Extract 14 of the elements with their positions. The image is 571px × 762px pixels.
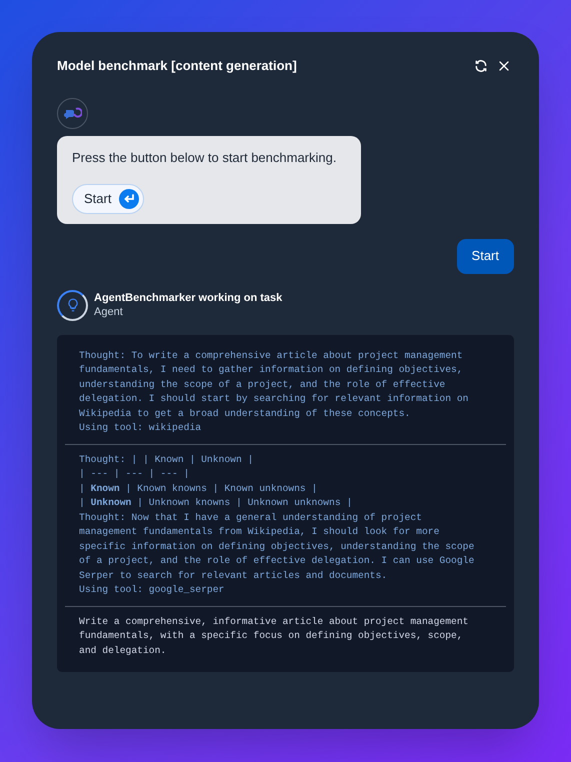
message-text: Press the button below to start benchmarking. (72, 149, 338, 167)
chat-bubble-icon (64, 106, 82, 120)
agent-name: AgentBenchmarker working on task (94, 291, 282, 305)
lightbulb-icon (66, 297, 80, 313)
close-icon[interactable] (498, 60, 510, 72)
thought-log: Thought: To write a comprehensive article about project management fundamentals, I need to gather information on defining objectives, understanding the scope of a project, and the role of effective delegation. I should start by searching for relevant information on Wikipedia to get a broad understanding of these concepts. Using tool: wikipedia (78, 348, 470, 435)
agent-role: Agent (94, 305, 124, 319)
refresh-icon[interactable] (474, 59, 488, 73)
start-button[interactable]: Start (72, 184, 144, 214)
window-title: Model benchmark [content generation] (57, 57, 297, 76)
task-text: Write a comprehensive, informative article about project management fundamentals, with a specific focus on defining objectives, scope, and delegation. (78, 614, 470, 658)
user-message: Start (456, 238, 514, 274)
enter-icon (119, 188, 140, 208)
thought-log: Thought: | | Known | Unknown | | --- | --- | --- | | Known | Known knowns | Known unknowns | | Unknown | Unknown knowns | Unknown unknowns | Thought: Now that I have a general understanding of project management fundamentals from Wikipedia, I should look for more specific information on defining objectives, understanding the scope of a project, and the role of effective delegation. I can use Google Serper to search for relevant articles and documents. Using tool: google_serper (78, 452, 476, 597)
